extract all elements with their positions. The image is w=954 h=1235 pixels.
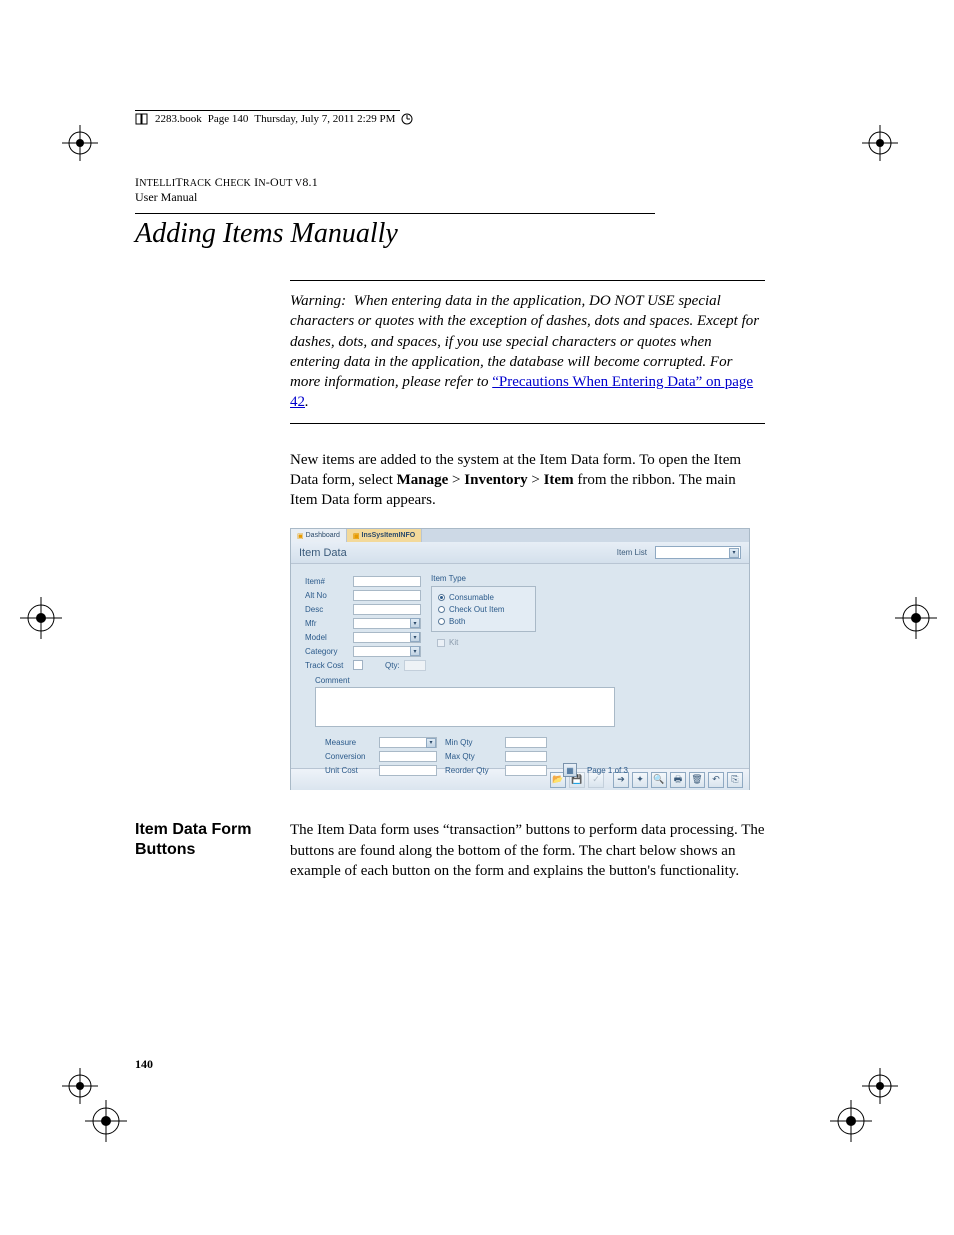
label-alt-no: Alt No	[305, 591, 353, 600]
item-list-label: Item List	[617, 548, 647, 557]
label-min-qty: Min Qty	[445, 738, 501, 747]
product-name: INTELLITRACK CHECK IN-OUT V8.1	[135, 175, 765, 190]
form-title: Item Data	[299, 547, 347, 559]
dropdown-mfr[interactable]: ▾	[353, 618, 421, 629]
item-type-group: Consumable Check Out Item Both	[431, 586, 536, 632]
label-qty: Qty:	[385, 661, 400, 670]
tab-strip: ▣Dashboard ▣InsSysItemINFO	[291, 529, 749, 542]
label-reorder-qty: Reorder Qty	[445, 766, 501, 775]
radio-icon	[438, 594, 445, 601]
crop-mark	[830, 1100, 872, 1142]
chevron-down-icon: ▾	[426, 738, 436, 748]
label-mfr: Mfr	[305, 619, 353, 628]
dropdown-model[interactable]: ▾	[353, 632, 421, 643]
label-item-no: Item#	[305, 577, 353, 586]
warning-box: Warning: When entering data in the appli…	[290, 280, 765, 424]
book-icon	[135, 113, 149, 125]
checkbox-kit-row: Kit	[431, 638, 536, 647]
item-list-dropdown[interactable]: ▾	[655, 546, 741, 559]
chevron-down-icon: ▾	[410, 618, 420, 628]
label-item-type: Item Type	[431, 574, 536, 583]
crop-mark	[862, 125, 898, 161]
radio-both[interactable]: Both	[438, 615, 529, 627]
crop-mark	[85, 1100, 127, 1142]
warning-prefix: Warning:	[290, 293, 346, 309]
crop-mark	[862, 1068, 898, 1104]
meta-timestamp: Thursday, July 7, 2011 2:29 PM	[254, 113, 395, 125]
input-item-no[interactable]	[353, 576, 421, 587]
input-unit-cost[interactable]	[379, 765, 437, 776]
running-header: INTELLITRACK CHECK IN-OUT V8.1 User Manu…	[135, 175, 765, 205]
chevron-down-icon: ▾	[410, 632, 420, 642]
label-model: Model	[305, 633, 353, 642]
label-measure: Measure	[325, 738, 379, 747]
chevron-down-icon: ▾	[410, 646, 420, 656]
page-meta: 2283.book Page 140 Thursday, July 7, 201…	[135, 113, 765, 125]
intro-paragraph: New items are added to the system at the…	[290, 450, 765, 511]
tab-icon: ▣	[297, 532, 304, 540]
radio-icon	[438, 618, 445, 625]
clock-icon	[401, 113, 415, 125]
page-number: 140	[135, 1057, 153, 1072]
form-titlebar: Item Data Item List ▾	[291, 542, 749, 564]
title-rule	[135, 213, 655, 214]
checkbox-kit[interactable]	[437, 639, 445, 647]
radio-check-out[interactable]: Check Out Item	[438, 603, 529, 615]
doc-type: User Manual	[135, 190, 765, 205]
meta-page: Page 140	[208, 113, 249, 125]
subsection-heading: Item Data Form Buttons	[135, 820, 270, 860]
label-desc: Desc	[305, 605, 353, 614]
dropdown-measure[interactable]: ▾	[379, 737, 437, 748]
subsection-body: The Item Data form uses “transaction” bu…	[290, 820, 765, 881]
header-rule	[135, 110, 400, 111]
chevron-down-icon: ▾	[729, 548, 739, 558]
label-comment: Comment	[315, 676, 735, 685]
crop-mark	[62, 125, 98, 161]
dropdown-category[interactable]: ▾	[353, 646, 421, 657]
image-icon[interactable]: ▦	[563, 763, 577, 777]
label-category: Category	[305, 647, 353, 656]
crop-mark	[20, 597, 62, 639]
warning-after: .	[305, 394, 309, 410]
input-reorder-qty[interactable]	[505, 765, 547, 776]
checkbox-track-cost[interactable]	[353, 660, 363, 670]
section-title: Adding Items Manually	[135, 218, 765, 250]
tab-dashboard[interactable]: ▣Dashboard	[291, 529, 347, 542]
pager-text: Page 1 of 3	[587, 766, 628, 775]
crop-mark	[62, 1068, 98, 1104]
input-conversion[interactable]	[379, 751, 437, 762]
label-conversion: Conversion	[325, 752, 379, 761]
label-track-cost: Track Cost	[305, 661, 353, 670]
radio-consumable[interactable]: Consumable	[438, 591, 529, 603]
input-desc[interactable]	[353, 604, 421, 615]
label-unit-cost: Unit Cost	[325, 766, 379, 775]
item-data-form-screenshot: ▣Dashboard ▣InsSysItemINFO Item Data Ite…	[290, 528, 750, 790]
textarea-comment[interactable]	[315, 687, 615, 727]
input-alt-no[interactable]	[353, 590, 421, 601]
radio-icon	[438, 606, 445, 613]
label-max-qty: Max Qty	[445, 752, 501, 761]
input-min-qty[interactable]	[505, 737, 547, 748]
tab-icon: ▣	[353, 532, 360, 540]
input-qty[interactable]	[404, 660, 426, 671]
tab-item-info[interactable]: ▣InsSysItemINFO	[347, 529, 422, 542]
input-max-qty[interactable]	[505, 751, 547, 762]
book-filename: 2283.book	[155, 113, 202, 125]
crop-mark	[895, 597, 937, 639]
